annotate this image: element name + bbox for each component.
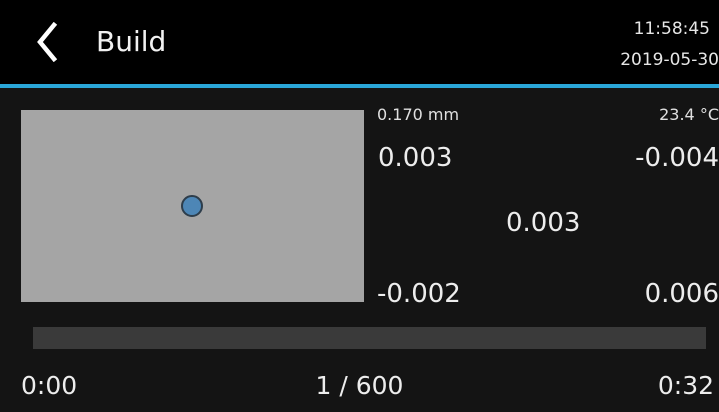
- page-title: Build: [96, 25, 167, 58]
- back-button[interactable]: [30, 22, 64, 62]
- remaining-time: 0:32: [657, 371, 714, 400]
- build-status-panel: 0.170 mm 23.4 °C 0.003 -0.004 0.003 -0.0…: [0, 88, 719, 412]
- temperature-readout: 23.4 °C: [659, 105, 719, 124]
- clock: 11:58:45 2019-05-30: [569, 17, 719, 72]
- layer-counter: 1 / 600: [315, 371, 404, 400]
- chevron-left-icon: [37, 22, 58, 62]
- top-left-offset: 0.003: [378, 143, 453, 173]
- clock-time: 11:58:45: [633, 19, 710, 39]
- leveling-plate-view: [21, 110, 364, 302]
- center-offset: 0.003: [506, 208, 581, 238]
- top-right-offset: -0.004: [635, 143, 719, 173]
- build-progress-bar: [33, 327, 706, 349]
- layer-height-readout: 0.170 mm: [377, 105, 460, 124]
- header-bar: Build 11:58:45 2019-05-30: [0, 0, 719, 84]
- bottom-left-offset: -0.002: [377, 279, 461, 309]
- bottom-right-offset: 0.006: [644, 279, 719, 309]
- clock-date: 2019-05-30: [620, 50, 719, 70]
- position-indicator: [181, 195, 203, 217]
